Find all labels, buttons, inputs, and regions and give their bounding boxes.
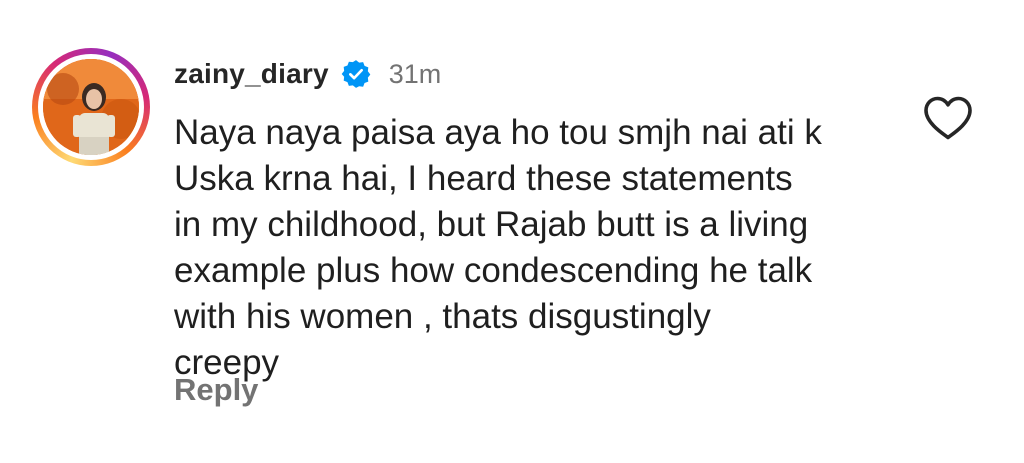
- reply-button[interactable]: Reply: [174, 372, 258, 408]
- comment-text-line: creepy: [174, 343, 280, 382]
- comment-timestamp: 31m: [388, 58, 442, 89]
- comment-text-line: Uska krna hai, I heard these statements: [174, 159, 793, 198]
- story-ring[interactable]: [32, 48, 150, 166]
- comment-header: zainy_diary 31m: [174, 52, 441, 96]
- comment-text-line: in my childhood, but Rajab butt is a liv…: [174, 205, 809, 244]
- comment-text-line: example plus how condescending he talk: [174, 251, 813, 290]
- like-button[interactable]: [922, 94, 974, 142]
- verified-badge-icon: [341, 59, 371, 89]
- avatar-image: [43, 59, 139, 155]
- username[interactable]: zainy_diary: [174, 58, 329, 90]
- heart-outline-icon: [924, 96, 972, 140]
- comment-item: zainy_diary 31m Naya naya paisa aya ho t…: [0, 0, 1024, 463]
- avatar[interactable]: [43, 59, 139, 155]
- avatar-gap: [38, 54, 144, 160]
- comment-text: Naya naya paisa aya ho tou smjh nai ati …: [174, 110, 894, 386]
- comment-text-line: with his women , thats disgustingly: [174, 297, 711, 336]
- comment-text-line: Naya naya paisa aya ho tou smjh nai ati …: [174, 113, 822, 152]
